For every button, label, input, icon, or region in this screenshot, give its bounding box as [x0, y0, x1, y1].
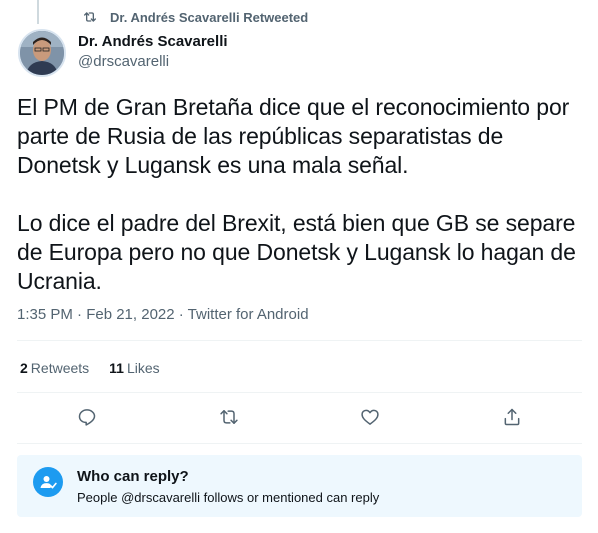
tweet-timestamp[interactable]: 1:35 PM · Feb 21, 2022 · Twitter for And… — [17, 306, 309, 323]
divider — [17, 443, 582, 444]
reply-settings-description: People @drscavarelli follows or mentione… — [77, 490, 380, 505]
like-button[interactable] — [353, 400, 387, 434]
retweets-stat[interactable]: 2 Retweets — [20, 360, 89, 376]
author-block: Dr. Andrés Scavarelli @drscavarelli — [78, 33, 228, 72]
retweet-banner-text: Dr. Andrés Scavarelli Retweeted — [110, 9, 309, 25]
reply-icon — [78, 409, 96, 426]
retweet-button[interactable] — [212, 400, 246, 434]
retweets-count: 2 — [20, 360, 28, 376]
thread-connector-line — [37, 0, 39, 24]
action-bar — [17, 400, 582, 434]
like-icon — [361, 409, 379, 425]
retweet-icon — [220, 410, 238, 424]
avatar-photo — [20, 31, 64, 75]
author-name[interactable]: Dr. Andrés Scavarelli — [78, 33, 228, 51]
retweet-banner: Dr. Andrés Scavarelli Retweeted — [82, 7, 308, 27]
likes-count: 11 — [109, 360, 124, 376]
divider — [17, 340, 582, 341]
engagement-stats: 2 Retweets 11 Likes — [20, 360, 160, 376]
tweet-paragraph: Lo dice el padre del Brexit, está bien q… — [17, 210, 576, 294]
retweet-icon — [84, 12, 96, 22]
author-handle[interactable]: @drscavarelli — [78, 52, 228, 72]
reply-settings-title: Who can reply? — [77, 468, 189, 485]
share-button[interactable] — [495, 400, 529, 434]
reply-settings-box: Who can reply? People @drscavarelli foll… — [17, 455, 582, 517]
share-icon — [504, 408, 520, 426]
reply-button[interactable] — [70, 400, 104, 434]
user-check-icon — [40, 476, 57, 489]
retweets-label: Retweets — [30, 360, 90, 376]
tweet-paragraph: El PM de Gran Bretaña dice que el recono… — [17, 94, 570, 178]
tweet-text: El PM de Gran Bretaña dice que el recono… — [17, 93, 582, 296]
likes-label: Likes — [126, 360, 160, 376]
likes-stat[interactable]: 11 Likes — [109, 360, 160, 376]
divider — [17, 392, 582, 393]
avatar[interactable] — [18, 29, 66, 77]
reply-settings-icon-badge — [33, 467, 63, 497]
